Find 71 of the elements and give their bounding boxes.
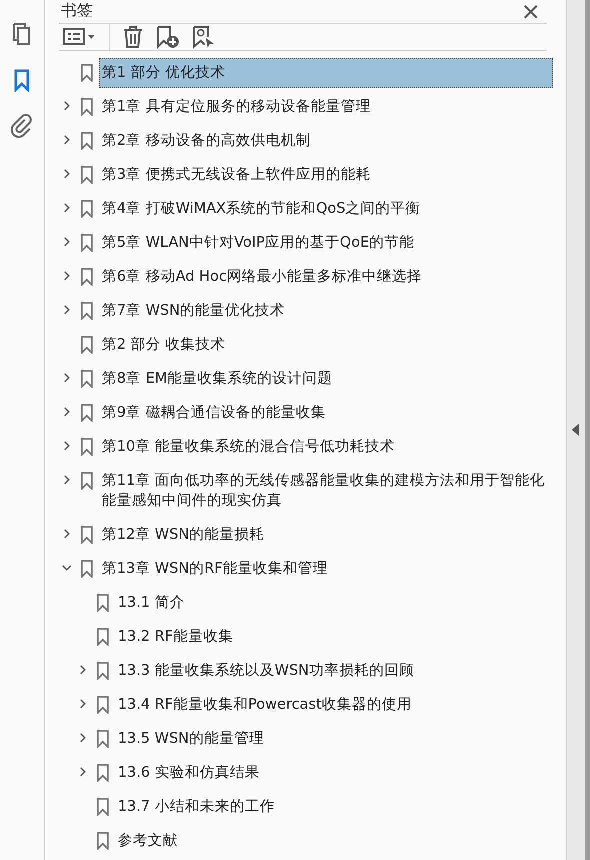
bookmark-item[interactable]: 第11章 面向低功率的无线传感器能量收集的建模方法和用于智能化能量感知中间件的现实仿真 bbox=[99, 466, 553, 516]
bookmark-item[interactable]: 第5章 WLAN中针对VoIP应用的基于QoE的节能 bbox=[99, 228, 553, 258]
bookmark-icon bbox=[97, 798, 109, 816]
chevron-right-icon[interactable] bbox=[62, 407, 72, 417]
paperclip-icon[interactable] bbox=[10, 114, 34, 138]
bookmark-item[interactable]: 第7章 WSN的能量优化技术 bbox=[99, 296, 553, 326]
bookmark-item[interactable]: 参考文献 bbox=[115, 826, 553, 856]
chevron-right-icon[interactable] bbox=[62, 271, 72, 281]
bookmark-icon bbox=[97, 594, 109, 612]
bookmark-icon bbox=[81, 98, 93, 116]
bookmark-item[interactable]: 13.1 简介 bbox=[115, 588, 553, 618]
bookmark-icon bbox=[97, 628, 109, 646]
bookmark-item[interactable]: 13.3 能量收集系统以及WSN功率损耗的回顾 bbox=[115, 656, 553, 686]
chevron-right-icon[interactable] bbox=[62, 529, 72, 539]
bookmark-icon bbox=[81, 200, 93, 218]
bookmark-icon bbox=[81, 166, 93, 184]
collapse-arrow-icon[interactable] bbox=[572, 424, 580, 436]
chevron-right-icon[interactable] bbox=[78, 733, 88, 743]
bookmark-item[interactable]: 第9章 磁耦合通信设备的能量收集 bbox=[99, 398, 553, 428]
bookmark-icon bbox=[81, 336, 93, 354]
bookmark-icon bbox=[81, 472, 93, 490]
bookmark-item[interactable]: 第3章 便携式无线设备上软件应用的能耗 bbox=[99, 160, 553, 190]
bookmark-item[interactable]: 13.2 RF能量收集 bbox=[115, 622, 553, 652]
chevron-right-icon[interactable] bbox=[62, 373, 72, 383]
bookmark-icon bbox=[97, 730, 109, 748]
bookmark-cursor-icon[interactable] bbox=[192, 25, 216, 49]
chevron-down-icon[interactable] bbox=[62, 563, 72, 573]
chevron-right-icon[interactable] bbox=[62, 169, 72, 179]
add-bookmark-icon[interactable] bbox=[156, 25, 180, 49]
chevron-right-icon[interactable] bbox=[62, 203, 72, 213]
bookmark-icon bbox=[97, 764, 109, 782]
bookmark-item[interactable]: 第12章 WSN的能量损耗 bbox=[99, 520, 553, 550]
bookmark-icon bbox=[81, 302, 93, 320]
bookmark-item[interactable]: 13.4 RF能量收集和Powercast收集器的使用 bbox=[115, 690, 553, 720]
panel-title: 书签 bbox=[61, 1, 93, 22]
bookmark-icon bbox=[81, 64, 93, 82]
chevron-right-icon[interactable] bbox=[62, 101, 72, 111]
chevron-right-icon[interactable] bbox=[62, 441, 72, 451]
bookmark-item[interactable]: 第2章 移动设备的高效供电机制 bbox=[99, 126, 553, 156]
bookmark-icon bbox=[97, 696, 109, 714]
bookmark-icon bbox=[81, 234, 93, 252]
bookmark-icon bbox=[81, 404, 93, 422]
bookmark-icon bbox=[97, 832, 109, 850]
bookmark-item[interactable]: 13.6 实验和仿真结果 bbox=[115, 758, 553, 788]
chevron-right-icon[interactable] bbox=[62, 305, 72, 315]
chevron-right-icon[interactable] bbox=[62, 237, 72, 247]
bookmark-icon bbox=[81, 438, 93, 456]
bookmark-item[interactable]: 第10章 能量收集系统的混合信号低功耗技术 bbox=[99, 432, 553, 462]
bookmark-item[interactable]: 第6章 移动Ad Hoc网络最小能量多标准中继选择 bbox=[99, 262, 553, 292]
bookmark-icon bbox=[81, 132, 93, 150]
bookmark-item[interactable]: 第1 部分 优化技术 bbox=[99, 58, 553, 88]
bookmark-item[interactable]: 第2 部分 收集技术 bbox=[99, 330, 553, 360]
bookmark-icon bbox=[81, 526, 93, 544]
chevron-right-icon[interactable] bbox=[78, 767, 88, 777]
bookmark-item[interactable]: 第13章 WSN的RF能量收集和管理 bbox=[99, 554, 553, 584]
bookmark-icon bbox=[97, 662, 109, 680]
bookmark-icon bbox=[81, 268, 93, 286]
close-icon[interactable] bbox=[524, 4, 538, 18]
bookmark-item[interactable]: 13.7 小结和未来的工作 bbox=[115, 792, 553, 822]
chevron-right-icon[interactable] bbox=[62, 135, 72, 145]
bookmark-item[interactable]: 13.5 WSN的能量管理 bbox=[115, 724, 553, 754]
options-menu-icon[interactable] bbox=[63, 27, 97, 47]
bookmark-item[interactable]: 第4章 打破WiMAX系统的节能和QoS之间的平衡 bbox=[99, 194, 553, 224]
chevron-right-icon[interactable] bbox=[78, 699, 88, 709]
bookmark-item[interactable]: 第8章 EM能量收集系统的设计问题 bbox=[99, 364, 553, 394]
bookmark-icon bbox=[81, 370, 93, 388]
chevron-right-icon[interactable] bbox=[78, 665, 88, 675]
trash-icon[interactable] bbox=[122, 25, 144, 49]
bookmark-icon bbox=[81, 560, 93, 578]
chevron-right-icon[interactable] bbox=[62, 475, 72, 485]
bookmark-item[interactable]: 第1章 具有定位服务的移动设备能量管理 bbox=[99, 92, 553, 122]
